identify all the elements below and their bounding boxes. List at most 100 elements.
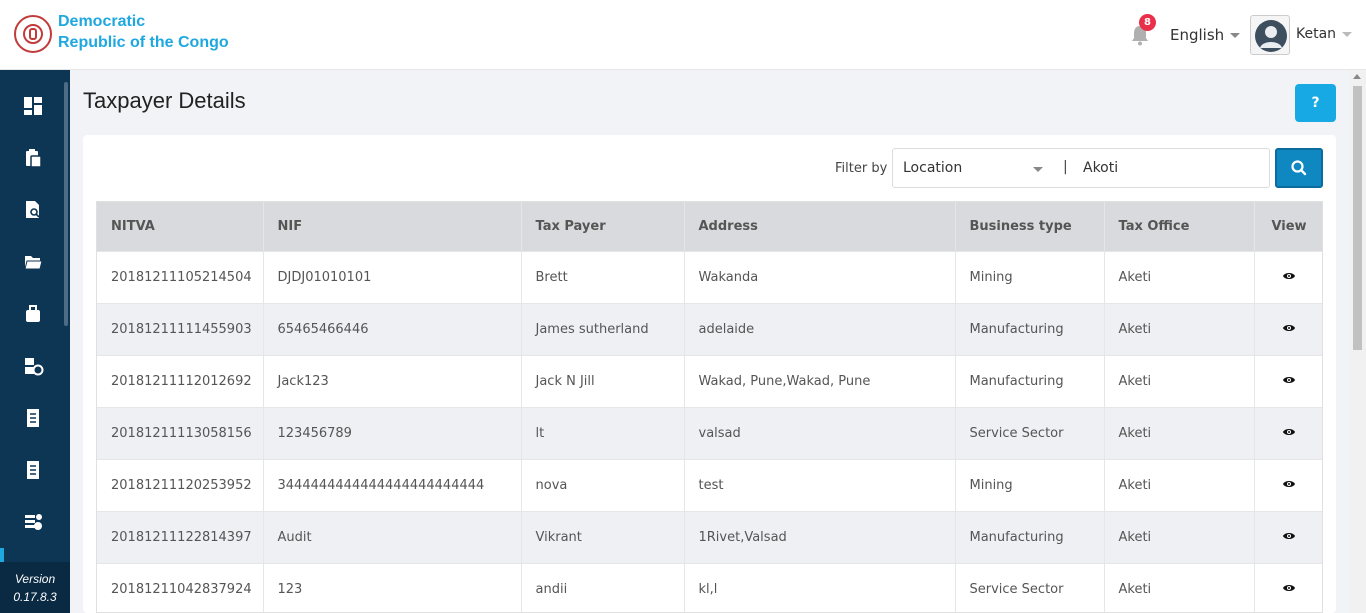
cell-tax-office: Aketi [1104,302,1255,355]
help-button[interactable]: ? [1295,84,1336,122]
brand-line-2: Republic of the Congo [58,34,229,51]
cell-business-type: Manufacturing [955,354,1105,407]
cell-nitva: 20181211105214504 [97,250,264,303]
language-dropdown[interactable]: English [1170,26,1241,44]
table-row: 20181211113058156 123456789 lt valsad Servic… [97,406,1322,459]
view-cell [1254,250,1322,303]
cell-tax-payer: nova [521,458,685,511]
cell-tax-office: Aketi [1104,250,1255,303]
brand-name[interactable]: Democratic Republic of the Congo [58,11,229,53]
cell-tax-payer: andii [521,562,685,612]
dashboard-icon[interactable] [22,95,44,117]
cell-nitva: 20181211111455903 [97,302,264,355]
filter-field-select[interactable]: Location [903,160,962,176]
eye-icon[interactable] [1282,375,1296,385]
chevron-down-icon [1342,31,1353,37]
taxpayer-table-container: NITVA NIF Tax Payer Address Business typ… [96,201,1323,613]
cell-tax-payer: Jack N Jill [521,354,685,407]
cell-nitva: 20181211120253952 [97,458,264,511]
eye-icon[interactable] [1282,479,1296,489]
document-search-icon[interactable] [22,199,44,221]
search-button[interactable] [1275,148,1323,188]
table-row: 20181211120253952 34444444444444444444444… [97,458,1322,511]
filter-label: Filter by [835,161,888,176]
table-row: 20181211042837924 123 andii kl,l Service Sec… [97,562,1322,612]
receipt-icon[interactable] [22,407,44,429]
table-row: 20181211105214504 DJDJ01010101 Brett Wakand… [97,250,1322,303]
user-menu[interactable]: Ketan [1296,26,1353,42]
briefcase-icon[interactable] [22,303,44,325]
cell-business-type: Manufacturing [955,510,1105,563]
table-header-row: NITVA NIF Tax Payer Address Business typ… [97,202,1322,251]
cell-address: Wakad, Pune,Wakad, Pune [684,354,956,407]
column-header-nif[interactable]: NIF [263,202,522,251]
filter-separator: | [1063,159,1068,175]
page-title: Taxpayer Details [83,88,246,113]
cell-nitva: 20181211042837924 [97,562,264,612]
eye-icon[interactable] [1282,323,1296,333]
brand-line-1: Democratic [58,13,146,30]
cell-address: Wakanda [684,250,956,303]
page-scrollbar[interactable] [1349,70,1366,613]
sidebar-active-indicator [0,548,4,562]
folder-icon[interactable] [22,251,44,273]
clipboard-icon[interactable] [22,147,44,169]
username-label: Ketan [1296,26,1337,42]
cell-tax-office: Aketi [1104,406,1255,459]
receipt-icon[interactable] [22,459,44,481]
language-label: English [1170,26,1225,44]
cell-tax-office: Aketi [1104,458,1255,511]
cell-tax-payer: lt [521,406,685,459]
cell-nitva: 20181211113058156 [97,406,264,459]
congo-seal-logo[interactable] [14,15,52,53]
list-settings-icon[interactable] [22,511,44,533]
view-cell [1254,458,1322,511]
view-cell [1254,354,1322,407]
cell-business-type: Mining [955,250,1105,303]
version-number: 0.17.8.3 [13,590,57,604]
cell-address: 1Rivet,Valsad [684,510,956,563]
cell-nif: 123456789 [263,406,522,459]
user-settings-icon[interactable] [22,355,44,377]
cell-nif: 3444444444444444444444444 [263,458,522,511]
cell-address: valsad [684,406,956,459]
top-header: Democratic Republic of the Congo 8 Engli… [0,0,1366,70]
taxpayer-table: NITVA NIF Tax Payer Address Business typ… [97,202,1322,612]
cell-business-type: Service Sector [955,406,1105,459]
column-header-nitva[interactable]: NITVA [97,202,264,251]
chevron-down-icon[interactable] [1033,167,1043,172]
sidebar: Version 0.17.8.3 [0,70,70,613]
eye-icon[interactable] [1282,583,1296,593]
table-row: 20181211112012692 Jack123 Jack N Jill Wakad… [97,354,1322,407]
cell-nitva: 20181211112012692 [97,354,264,407]
cell-tax-office: Aketi [1104,562,1255,612]
user-avatar-icon [1255,20,1287,52]
column-header-business-type[interactable]: Business type [955,202,1105,251]
table-row: 20181211122814397 Audit Vikrant 1Rivet,Vals… [97,510,1322,563]
cell-address: test [684,458,956,511]
cell-tax-payer: Vikrant [521,510,685,563]
chevron-down-icon [1230,33,1241,38]
cell-tax-office: Aketi [1104,510,1255,563]
sidebar-scrollbar[interactable] [64,82,68,326]
column-header-view: View [1254,202,1322,251]
cell-address: adelaide [684,302,956,355]
avatar[interactable] [1250,15,1290,55]
version-label: Version [14,572,56,586]
notification-badge: 8 [1139,14,1156,31]
cell-nif: 123 [263,562,522,612]
filter-value-input[interactable]: Akoti [1083,160,1118,176]
column-header-address[interactable]: Address [684,202,956,251]
cell-business-type: Service Sector [955,562,1105,612]
eye-icon[interactable] [1282,427,1296,437]
eye-icon[interactable] [1282,271,1296,281]
eye-icon[interactable] [1282,531,1296,541]
cell-nitva: 20181211122814397 [97,510,264,563]
view-cell [1254,406,1322,459]
column-header-tax-office[interactable]: Tax Office [1104,202,1255,251]
scrollbar-thumb[interactable] [1353,86,1362,350]
column-header-tax-payer[interactable]: Tax Payer [521,202,685,251]
cell-business-type: Manufacturing [955,302,1105,355]
cell-tax-payer: Brett [521,250,685,303]
scroll-up-arrow-icon[interactable] [1353,74,1361,79]
